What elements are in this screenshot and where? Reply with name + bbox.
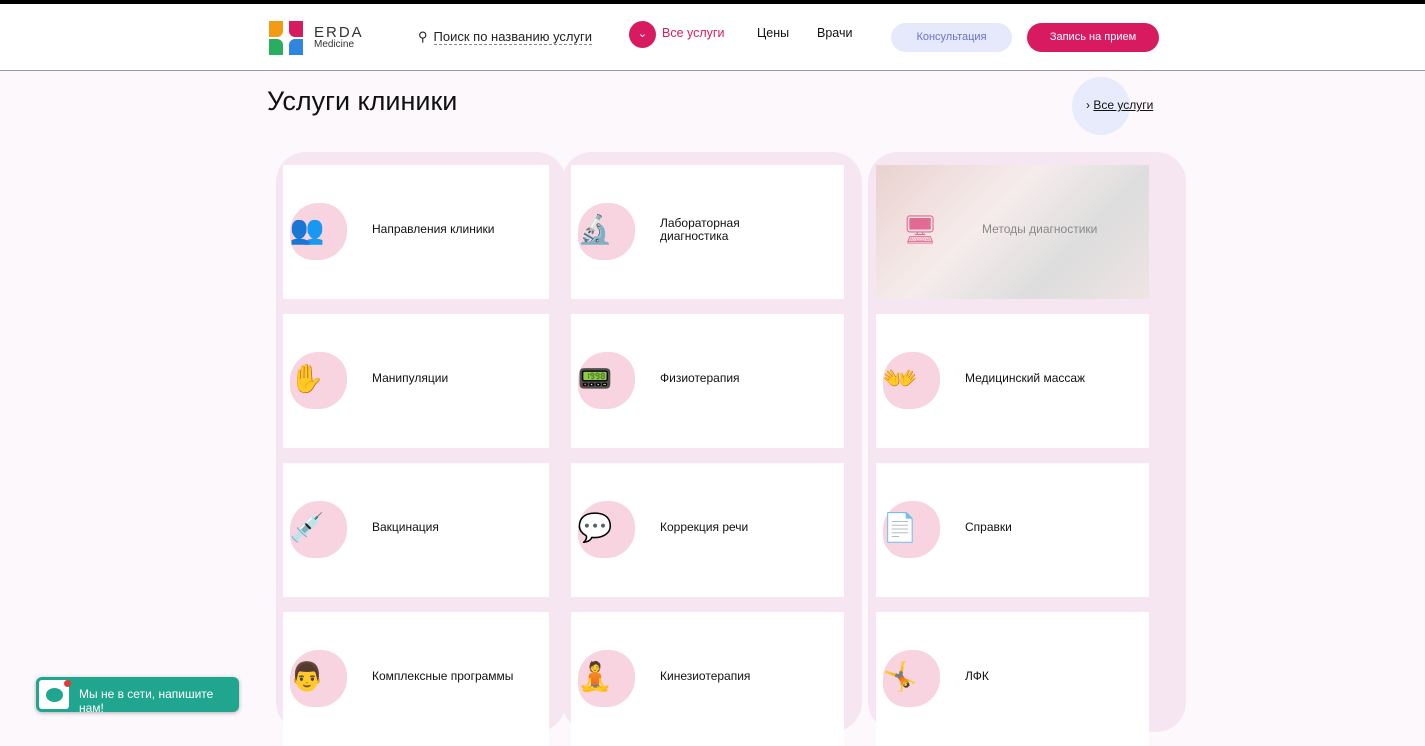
certificate-icon: 📄 <box>882 512 918 543</box>
service-card[interactable]: 💉 Вакцинация <box>283 463 549 597</box>
logo-icon[interactable] <box>267 19 305 57</box>
speech-icon: 💬 <box>577 512 613 543</box>
syringe-icon: 💉 <box>289 512 325 543</box>
service-card[interactable]: 👐 Медицинский массаж <box>876 314 1149 448</box>
consult-button[interactable]: Консультация <box>891 23 1012 52</box>
service-card[interactable]: 📄 Справки <box>876 463 1149 597</box>
massage-icon: 👐 <box>882 363 918 394</box>
hand-icon: ✋ <box>289 363 325 394</box>
service-card[interactable]: 🤸 ЛФК <box>876 612 1149 746</box>
service-card[interactable]: ✋ Манипуляции <box>283 314 549 448</box>
service-label: Медицинский массаж <box>965 371 1086 385</box>
service-label: Комплексные программы <box>372 669 514 683</box>
service-card[interactable]: 👨 Комплексные программы <box>283 612 549 746</box>
service-card[interactable]: 🔬 Лабораторная диагностика <box>571 165 844 299</box>
chat-icon <box>39 680 71 709</box>
service-label: Кинезиотерапия <box>660 669 751 683</box>
service-label: Справки <box>965 520 1012 534</box>
search-placeholder: Поиск по названию услуги <box>433 29 593 45</box>
doctors-icon: 👥 <box>289 214 325 245</box>
monitor-icon: 🖥 <box>902 214 938 245</box>
search-input[interactable]: ⚲ Поиск по названию услуги <box>418 29 593 45</box>
kinesio-icon: 🧘 <box>577 661 613 692</box>
service-label: ЛФК <box>965 669 989 683</box>
service-card[interactable]: 🧘 Кинезиотерапия <box>571 612 844 746</box>
service-card[interactable]: 💬 Коррекция речи <box>571 463 844 597</box>
chevron-down-icon[interactable]: ⌄ <box>629 21 656 48</box>
doctor-icon: 👨 <box>289 661 325 692</box>
nav-doctors[interactable]: Врачи <box>817 26 852 40</box>
service-label: Лабораторная диагностика <box>660 216 740 243</box>
service-label: Методы диагностики <box>982 222 1098 236</box>
header: ERDA Medicine ⚲ Поиск по названию услуги … <box>0 4 1425 71</box>
service-label: Коррекция речи <box>660 520 749 534</box>
appointment-button[interactable]: Запись на прием <box>1027 23 1159 52</box>
chat-widget[interactable]: Мы не в сети, напишите нам! <box>36 677 239 715</box>
service-label: Направления клиники <box>372 222 495 236</box>
service-label: Манипуляции <box>372 371 449 385</box>
chevron-right-icon: › <box>1086 98 1090 112</box>
all-services-link[interactable]: › Все услуги <box>1086 98 1153 112</box>
device-icon: 📟 <box>577 363 613 394</box>
service-card[interactable]: 🖥 Методы диагностики <box>876 165 1149 299</box>
search-icon: ⚲ <box>418 29 428 44</box>
service-card[interactable]: 📟 Физиотерапия <box>571 314 844 448</box>
yoga-icon: 🤸 <box>882 661 918 692</box>
all-services-label: Все услуги <box>1093 98 1154 112</box>
nav-all-services[interactable]: Все услуги <box>662 26 724 40</box>
chat-text: Мы не в сети, напишите нам! <box>79 687 214 715</box>
service-card[interactable]: 👥 Направления клиники <box>283 165 549 299</box>
microscope-icon: 🔬 <box>577 214 613 245</box>
brand-sub: Medicine <box>314 39 355 50</box>
page-title: Услуги клиники <box>267 86 458 116</box>
service-label: Вакцинация <box>372 520 439 534</box>
nav-prices[interactable]: Цены <box>757 26 789 40</box>
service-label: Физиотерапия <box>660 371 740 385</box>
